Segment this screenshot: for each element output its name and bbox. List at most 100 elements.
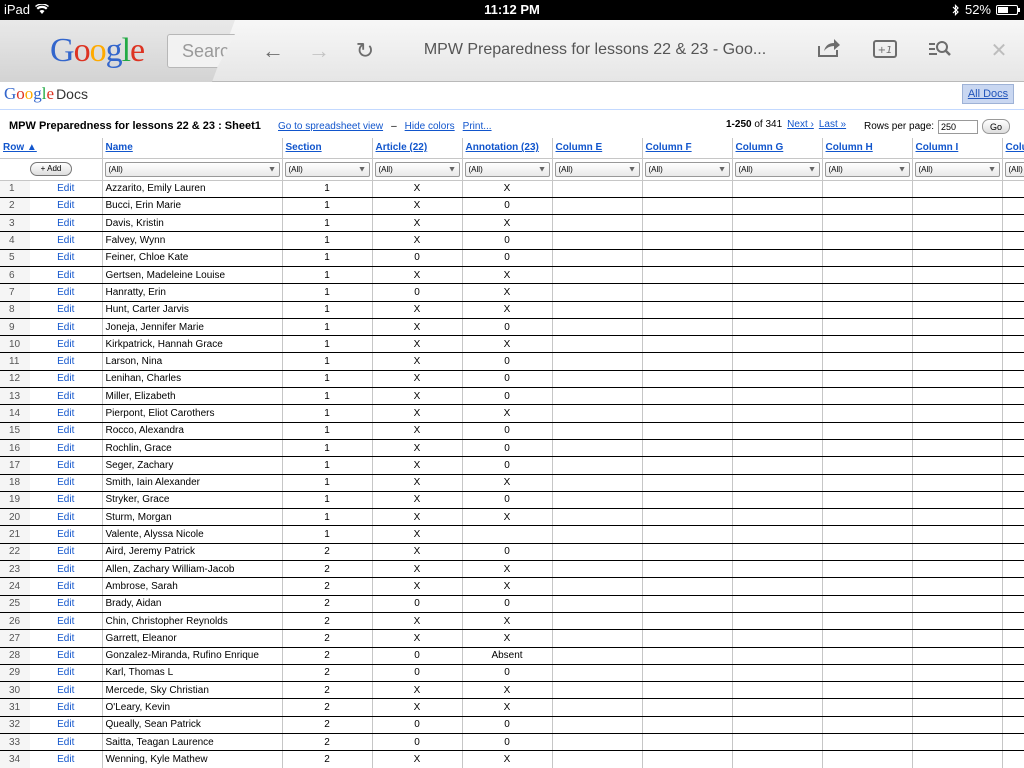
column-header[interactable]: Article (22) bbox=[372, 138, 463, 159]
name-cell: Gertsen, Madeleine Louise bbox=[102, 266, 283, 285]
hide-colors-link[interactable]: Hide colors bbox=[405, 121, 455, 132]
plus-one-icon[interactable]: +1 bbox=[870, 36, 900, 66]
edit-link[interactable]: Edit bbox=[30, 560, 103, 579]
edit-link[interactable]: Edit bbox=[30, 249, 103, 267]
edit-link[interactable]: Edit bbox=[30, 681, 103, 700]
edit-link[interactable]: Edit bbox=[30, 525, 103, 544]
edit-link[interactable]: Edit bbox=[30, 750, 103, 768]
spreadsheet-view-link[interactable]: Go to spreadsheet view bbox=[278, 121, 383, 132]
rows-per-page-input[interactable] bbox=[938, 119, 979, 134]
last-page-link[interactable]: Last » bbox=[819, 119, 846, 130]
article-cell: X bbox=[372, 197, 463, 216]
edit-link[interactable]: Edit bbox=[30, 370, 103, 389]
row-number: 23 bbox=[0, 560, 30, 579]
column-header[interactable]: Annotation (23) bbox=[462, 138, 553, 159]
edit-link[interactable]: Edit bbox=[30, 716, 103, 735]
column-header-link[interactable]: Annotation (23) bbox=[466, 142, 539, 153]
column-header-link[interactable]: Name bbox=[106, 142, 133, 153]
edit-link[interactable]: Edit bbox=[30, 508, 103, 527]
sort-row-link[interactable]: Row ▲ bbox=[3, 142, 37, 153]
column-header[interactable]: Name bbox=[102, 138, 283, 159]
edit-link[interactable]: Edit bbox=[30, 577, 103, 596]
next-page-link[interactable]: Next › bbox=[787, 119, 814, 130]
edit-link[interactable]: Edit bbox=[30, 231, 103, 250]
column-header[interactable]: Column H bbox=[822, 138, 913, 159]
column-header[interactable]: Colu bbox=[1002, 138, 1024, 159]
empty-cell bbox=[642, 474, 733, 492]
add-row-button[interactable]: + Add bbox=[30, 162, 72, 176]
edit-link[interactable]: Edit bbox=[30, 283, 103, 302]
filter-dropdown[interactable]: (All) bbox=[824, 161, 910, 177]
edit-link[interactable]: Edit bbox=[30, 698, 103, 717]
empty-cell bbox=[732, 508, 823, 527]
filter-dropdown[interactable]: (All) bbox=[914, 161, 1000, 177]
column-header-link[interactable]: Colu bbox=[1006, 142, 1024, 153]
back-arrow-icon[interactable]: ← bbox=[258, 36, 288, 66]
share-icon[interactable] bbox=[814, 36, 844, 66]
empty-cell bbox=[822, 387, 913, 406]
column-header[interactable]: Column F bbox=[642, 138, 733, 159]
edit-link[interactable]: Edit bbox=[30, 647, 103, 665]
filter-dropdown[interactable]: (All) bbox=[1004, 161, 1024, 177]
close-icon[interactable]: ✕ bbox=[984, 36, 1014, 66]
row-number: 20 bbox=[0, 508, 30, 527]
column-header-row[interactable]: Row ▲ bbox=[0, 138, 103, 159]
column-header-link[interactable]: Column I bbox=[916, 142, 959, 153]
edit-link[interactable]: Edit bbox=[30, 301, 103, 319]
edit-link[interactable]: Edit bbox=[30, 335, 103, 354]
edit-link[interactable]: Edit bbox=[30, 214, 103, 233]
edit-link[interactable]: Edit bbox=[30, 422, 103, 440]
edit-link[interactable]: Edit bbox=[30, 387, 103, 406]
column-header-link[interactable]: Column G bbox=[736, 142, 784, 153]
column-header[interactable]: Section bbox=[282, 138, 373, 159]
search-input[interactable]: Search bbox=[167, 34, 235, 68]
edit-link[interactable]: Edit bbox=[30, 612, 103, 631]
reload-icon[interactable]: ↻ bbox=[350, 36, 380, 66]
empty-cell bbox=[822, 508, 913, 527]
all-docs-button[interactable]: All Docs bbox=[962, 84, 1014, 104]
filter-dropdown[interactable]: (All) bbox=[644, 161, 730, 177]
name-cell: Azzarito, Emily Lauren bbox=[102, 180, 283, 198]
filter-dropdown[interactable]: (All) bbox=[374, 161, 460, 177]
edit-link[interactable]: Edit bbox=[30, 629, 103, 648]
column-header[interactable]: Column I bbox=[912, 138, 1003, 159]
edit-link[interactable]: Edit bbox=[30, 491, 103, 510]
edit-link[interactable]: Edit bbox=[30, 439, 103, 458]
section-cell: 1 bbox=[282, 439, 373, 458]
empty-cell bbox=[552, 422, 643, 440]
edit-link[interactable]: Edit bbox=[30, 318, 103, 337]
column-header[interactable]: Column E bbox=[552, 138, 643, 159]
column-header[interactable]: Column G bbox=[732, 138, 823, 159]
empty-cell bbox=[732, 577, 823, 596]
find-in-page-icon[interactable] bbox=[925, 36, 955, 66]
print-link[interactable]: Print... bbox=[463, 121, 492, 132]
edit-link[interactable]: Edit bbox=[30, 180, 103, 198]
edit-link[interactable]: Edit bbox=[30, 733, 103, 752]
filter-dropdown[interactable]: (All) bbox=[464, 161, 550, 177]
edit-link[interactable]: Edit bbox=[30, 543, 103, 562]
forward-arrow-icon[interactable]: → bbox=[304, 36, 334, 66]
edit-link[interactable]: Edit bbox=[30, 664, 103, 683]
column-header-link[interactable]: Column H bbox=[826, 142, 873, 153]
column-header-link[interactable]: Column F bbox=[646, 142, 692, 153]
filter-dropdown[interactable]: (All) bbox=[554, 161, 640, 177]
edit-link[interactable]: Edit bbox=[30, 266, 103, 285]
column-header-link[interactable]: Column E bbox=[556, 142, 603, 153]
row-number: 32 bbox=[0, 716, 30, 735]
column-header-link[interactable]: Article (22) bbox=[376, 142, 428, 153]
filter-dropdown[interactable]: (All) bbox=[284, 161, 370, 177]
edit-link[interactable]: Edit bbox=[30, 456, 103, 475]
edit-link[interactable]: Edit bbox=[30, 595, 103, 613]
empty-cell bbox=[1002, 352, 1024, 371]
filter-dropdown[interactable]: (All) bbox=[734, 161, 820, 177]
column-header-link[interactable]: Section bbox=[286, 142, 322, 153]
edit-link[interactable]: Edit bbox=[30, 474, 103, 492]
edit-link[interactable]: Edit bbox=[30, 404, 103, 423]
section-cell: 1 bbox=[282, 301, 373, 319]
edit-link[interactable]: Edit bbox=[30, 197, 103, 216]
filter-dropdown[interactable]: (All) bbox=[104, 161, 280, 177]
edit-link[interactable]: Edit bbox=[30, 352, 103, 371]
go-button[interactable]: Go bbox=[982, 119, 1011, 134]
empty-cell bbox=[822, 301, 913, 319]
row-number: 33 bbox=[0, 733, 30, 752]
